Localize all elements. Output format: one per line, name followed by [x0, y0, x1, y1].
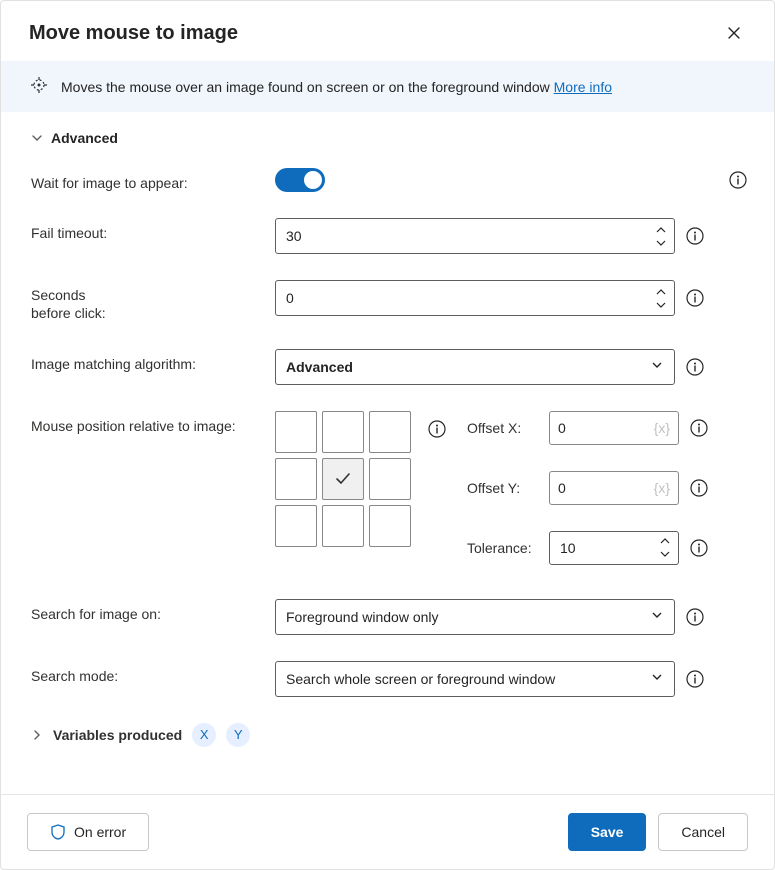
mouse-target-icon — [29, 75, 49, 98]
cancel-label: Cancel — [681, 824, 725, 840]
pos-top-right[interactable] — [369, 411, 411, 453]
info-banner: Moves the mouse over an image found on s… — [1, 61, 774, 112]
tolerance-info-icon[interactable] — [689, 538, 709, 558]
mouse-pos-label: Mouse position relative to image: — [31, 411, 275, 435]
search-on-select[interactable]: Foreground window only — [275, 599, 675, 635]
search-on-label: Search for image on: — [31, 599, 275, 623]
algorithm-value: Advanced — [286, 359, 650, 375]
chevron-down-icon — [31, 132, 43, 144]
pos-top-center[interactable] — [322, 411, 364, 453]
fail-timeout-label: Fail timeout: — [31, 218, 275, 242]
fail-timeout-step-up[interactable] — [653, 224, 669, 236]
advanced-section-label: Advanced — [51, 130, 118, 146]
search-on-info-icon[interactable] — [685, 607, 705, 627]
fail-timeout-info-icon[interactable] — [685, 226, 705, 246]
close-button[interactable] — [722, 21, 746, 45]
on-error-button[interactable]: On error — [27, 813, 149, 851]
fail-timeout-input[interactable]: 30 — [275, 218, 675, 254]
offset-x-input[interactable]: 0 {x} — [549, 411, 679, 445]
pos-middle-right[interactable] — [369, 458, 411, 500]
banner-text: Moves the mouse over an image found on s… — [61, 79, 550, 95]
pos-bottom-right[interactable] — [369, 505, 411, 547]
shield-icon — [50, 824, 66, 840]
fail-timeout-step-down[interactable] — [653, 237, 669, 249]
search-mode-label: Search mode: — [31, 661, 275, 685]
pos-bottom-center[interactable] — [322, 505, 364, 547]
search-mode-select[interactable]: Search whole screen or foreground window — [275, 661, 675, 697]
offset-y-input[interactable]: 0 {x} — [549, 471, 679, 505]
seconds-before-label: Seconds before click: — [31, 280, 275, 322]
seconds-before-step-up[interactable] — [653, 286, 669, 298]
tolerance-step-down[interactable] — [657, 548, 673, 560]
seconds-before-info-icon[interactable] — [685, 288, 705, 308]
variable-chip-x[interactable]: X — [192, 723, 216, 747]
chevron-down-icon — [650, 358, 664, 375]
more-info-link[interactable]: More info — [554, 79, 612, 95]
chevron-down-icon — [650, 608, 664, 625]
advanced-section-toggle[interactable]: Advanced — [31, 130, 748, 146]
offset-y-value: 0 — [558, 480, 566, 496]
seconds-before-input[interactable]: 0 — [275, 280, 675, 316]
pos-bottom-left[interactable] — [275, 505, 317, 547]
fail-timeout-value: 30 — [286, 228, 302, 244]
offset-y-info-icon[interactable] — [689, 478, 709, 498]
offset-x-value: 0 — [558, 420, 566, 436]
tolerance-input[interactable]: 10 — [549, 531, 679, 565]
chevron-down-icon — [650, 670, 664, 687]
on-error-label: On error — [74, 824, 126, 840]
offset-x-label: Offset X: — [467, 420, 539, 436]
variable-chip-y[interactable]: Y — [226, 723, 250, 747]
tolerance-step-up[interactable] — [657, 535, 673, 547]
dialog-title: Move mouse to image — [29, 22, 238, 45]
seconds-before-value: 0 — [286, 290, 294, 306]
check-icon — [334, 470, 352, 488]
var-placeholder-icon: {x} — [654, 480, 670, 496]
var-placeholder-icon: {x} — [654, 420, 670, 436]
wait-toggle[interactable] — [275, 168, 325, 192]
wait-info-icon[interactable] — [728, 170, 748, 190]
save-button[interactable]: Save — [568, 813, 647, 851]
mouse-pos-info-icon[interactable] — [427, 419, 447, 439]
algorithm-select[interactable]: Advanced — [275, 349, 675, 385]
variables-section-toggle[interactable]: Variables produced — [53, 727, 182, 743]
search-mode-value: Search whole screen or foreground window — [286, 671, 650, 687]
tolerance-label: Tolerance: — [467, 540, 539, 556]
position-grid — [275, 411, 411, 547]
save-label: Save — [591, 824, 624, 840]
offset-x-info-icon[interactable] — [689, 418, 709, 438]
seconds-before-step-down[interactable] — [653, 299, 669, 311]
close-icon — [726, 25, 742, 41]
search-mode-info-icon[interactable] — [685, 669, 705, 689]
algorithm-label: Image matching algorithm: — [31, 349, 275, 373]
chevron-right-icon — [31, 729, 43, 741]
cancel-button[interactable]: Cancel — [658, 813, 748, 851]
algorithm-info-icon[interactable] — [685, 357, 705, 377]
offset-y-label: Offset Y: — [467, 480, 539, 496]
search-on-value: Foreground window only — [286, 609, 650, 625]
pos-top-left[interactable] — [275, 411, 317, 453]
tolerance-value: 10 — [560, 540, 576, 556]
pos-middle-center[interactable] — [322, 458, 364, 500]
pos-middle-left[interactable] — [275, 458, 317, 500]
wait-label: Wait for image to appear: — [31, 168, 275, 192]
